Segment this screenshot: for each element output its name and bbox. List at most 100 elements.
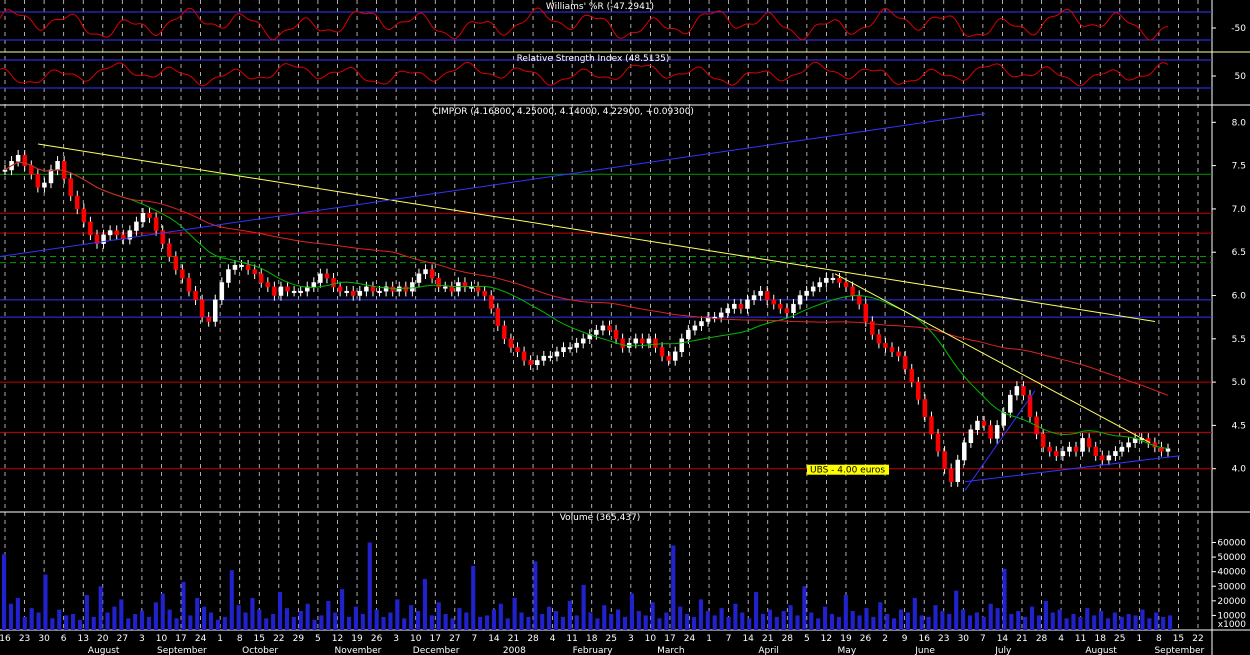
date-tick-label: 18 bbox=[1094, 634, 1106, 644]
month-label: December bbox=[413, 646, 460, 655]
date-tick-label: 21 bbox=[508, 634, 519, 644]
volume-bar bbox=[208, 612, 214, 630]
candle-body bbox=[1014, 386, 1020, 396]
candle-body bbox=[548, 355, 553, 358]
volume-bar bbox=[581, 584, 586, 630]
date-tick-label: 4 bbox=[550, 634, 556, 644]
volume-bar bbox=[933, 605, 938, 630]
volume-bar bbox=[153, 602, 158, 630]
candle-body bbox=[791, 303, 796, 314]
month-label: 2008 bbox=[503, 646, 526, 655]
volume-bar bbox=[326, 600, 331, 630]
volume-bar bbox=[754, 592, 759, 630]
month-label: October bbox=[242, 646, 278, 655]
candle-body bbox=[291, 290, 297, 293]
candle-body bbox=[528, 360, 533, 366]
candle-body bbox=[856, 295, 862, 305]
candle-body bbox=[199, 299, 205, 318]
volume-bar bbox=[119, 599, 124, 630]
volume-bar bbox=[961, 609, 966, 630]
candle-body bbox=[778, 303, 783, 309]
volume-bar bbox=[954, 590, 959, 630]
volume-bar bbox=[636, 611, 641, 630]
volume-bar bbox=[802, 586, 807, 630]
date-tick-label: 17 bbox=[664, 634, 675, 644]
volume-bar bbox=[809, 612, 814, 630]
y-tick-label: 60000 bbox=[1217, 539, 1246, 549]
volume-bar bbox=[70, 613, 76, 630]
date-tick-label: 21 bbox=[762, 634, 773, 644]
candle-body bbox=[567, 347, 573, 350]
trend-line bbox=[0, 113, 986, 258]
volume-bar bbox=[1002, 568, 1007, 630]
candle-body bbox=[738, 303, 744, 309]
candle-body bbox=[55, 161, 60, 171]
candle-body bbox=[226, 269, 231, 283]
date-tick-label: 4 bbox=[1058, 634, 1064, 644]
candle-body bbox=[889, 347, 895, 353]
candle-body bbox=[101, 234, 106, 244]
candle-body bbox=[107, 230, 113, 236]
candle-body bbox=[396, 286, 402, 292]
volume-bar bbox=[533, 561, 538, 630]
volume-bar bbox=[402, 618, 407, 630]
background-layer bbox=[0, 0, 1250, 655]
date-tick-label: 27 bbox=[449, 634, 460, 644]
y-tick-label: 7.5 bbox=[1232, 162, 1246, 172]
candle-body bbox=[134, 221, 139, 231]
date-tick-label: 9 bbox=[902, 634, 908, 644]
date-tick-label: 3 bbox=[393, 634, 399, 644]
volume-bar bbox=[657, 618, 662, 630]
volume-bar bbox=[181, 581, 186, 630]
date-tick-label: 19 bbox=[351, 634, 363, 644]
volume-bar bbox=[1009, 613, 1014, 630]
volume-bar bbox=[664, 612, 669, 630]
volume-bar bbox=[898, 609, 904, 630]
volume-bar bbox=[733, 603, 738, 630]
volume-scale-label: x1000 bbox=[1218, 620, 1247, 630]
williams-title: Williams' %R (-47.2941) bbox=[546, 2, 654, 12]
month-label: May bbox=[838, 646, 857, 655]
williams-r-line bbox=[0, 7, 1169, 41]
volume-bar bbox=[77, 619, 83, 630]
date-tick-label: 10 bbox=[410, 634, 422, 644]
volume-bar bbox=[947, 613, 952, 630]
candle-body bbox=[88, 221, 93, 236]
volume-bar bbox=[795, 615, 800, 630]
candle-body bbox=[2, 169, 8, 172]
volume-bar bbox=[988, 603, 993, 630]
date-tick-label: 28 bbox=[1036, 634, 1048, 644]
volume-bar bbox=[919, 615, 924, 630]
candle-body bbox=[1008, 394, 1013, 413]
volume-bar bbox=[498, 603, 503, 630]
candle-body bbox=[732, 303, 737, 309]
y-tick-label: 6.0 bbox=[1232, 292, 1247, 302]
volume-bar bbox=[602, 605, 607, 630]
date-tick-label: 10 bbox=[645, 634, 657, 644]
date-tick-label: 1 bbox=[1136, 634, 1142, 644]
candle-body bbox=[718, 312, 724, 318]
volume-bar bbox=[340, 589, 345, 630]
candle-body bbox=[213, 299, 218, 322]
candle-body bbox=[423, 269, 428, 275]
candle-body bbox=[206, 316, 211, 322]
volume-bar bbox=[429, 615, 434, 630]
volume-bar bbox=[712, 615, 717, 630]
volume-bar bbox=[643, 615, 648, 630]
candle-body bbox=[1119, 446, 1125, 452]
candle-body bbox=[475, 286, 481, 292]
date-tick-label: 24 bbox=[195, 634, 207, 644]
candle-body bbox=[1093, 446, 1098, 456]
volume-bar bbox=[484, 615, 490, 630]
candle-body bbox=[508, 338, 514, 348]
candle-body bbox=[278, 286, 284, 296]
ubs-annotation-text: UBS - 4.00 euros bbox=[810, 466, 885, 476]
date-tick-label: 10 bbox=[156, 634, 168, 644]
y-tick-label: 4.5 bbox=[1232, 421, 1246, 431]
y-tick-label: 4.0 bbox=[1232, 465, 1247, 475]
candle-body bbox=[416, 273, 422, 283]
volume-bar bbox=[277, 592, 283, 630]
volume-bar bbox=[291, 616, 296, 630]
candle-body bbox=[324, 273, 330, 279]
candle-body bbox=[469, 286, 474, 289]
